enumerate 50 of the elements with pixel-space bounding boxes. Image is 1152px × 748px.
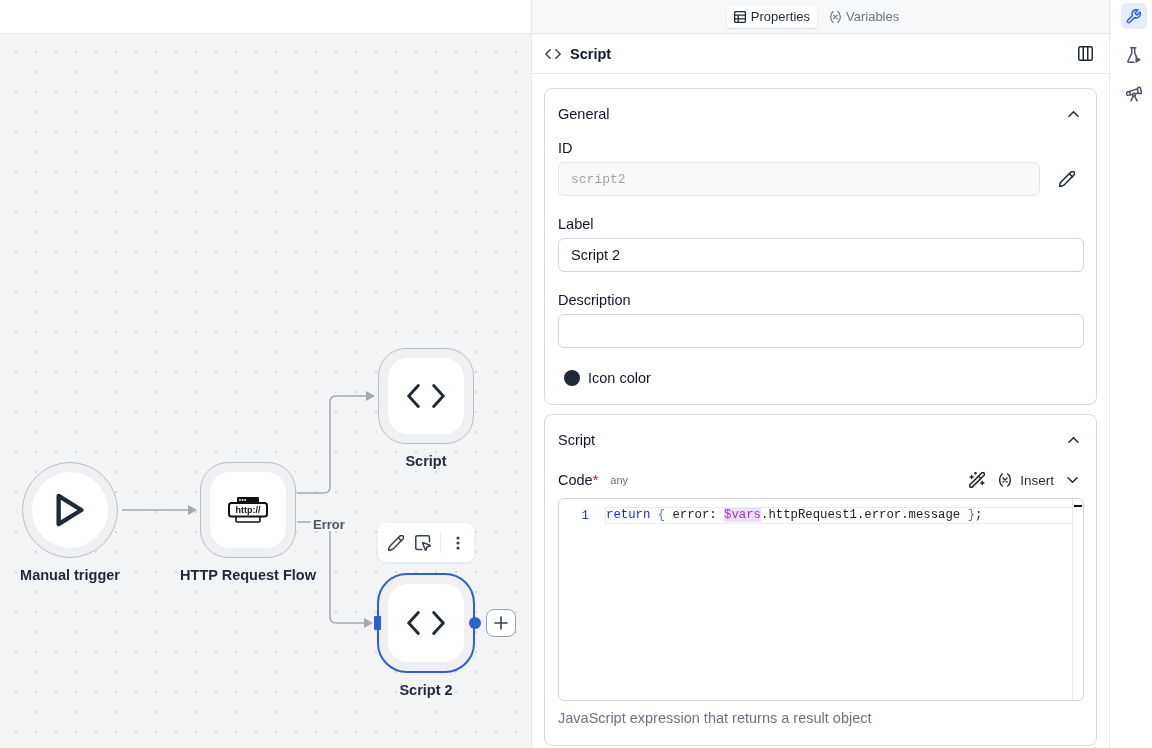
chevron-down-icon xyxy=(1067,477,1078,483)
line-number: 1 xyxy=(580,508,590,523)
code-icon xyxy=(407,383,445,409)
more-icon xyxy=(456,535,461,550)
columns-icon xyxy=(1077,46,1093,61)
type-hint: any xyxy=(610,474,629,486)
tab[interactable]: Properties xyxy=(726,5,817,28)
magic-wand-icon xyxy=(969,472,986,488)
code-icon xyxy=(407,610,445,636)
field-label: Code* xyxy=(558,471,599,489)
node-label: HTTP Request Flow xyxy=(180,566,316,584)
section-title: General xyxy=(558,106,610,122)
cursor-select-icon xyxy=(414,534,431,551)
variable-icon xyxy=(830,10,841,23)
field-label: ID xyxy=(558,139,574,157)
telescope-icon xyxy=(1125,86,1142,102)
field-label: Label xyxy=(558,215,595,233)
label-field[interactable]: Script 2 xyxy=(558,238,1084,272)
play-icon xyxy=(56,493,84,527)
tab[interactable]: Variables xyxy=(823,5,907,28)
help-text: JavaScript expression that returns a result object xyxy=(558,709,873,727)
icon-color-button[interactable]: Icon color xyxy=(558,367,651,389)
code-icon xyxy=(545,48,561,59)
pencil-icon xyxy=(1059,171,1075,187)
chevron-up-icon xyxy=(1067,111,1079,117)
flow-node[interactable] xyxy=(378,348,474,444)
flow-node[interactable]: http:// xyxy=(200,462,296,558)
variable-icon xyxy=(999,473,1012,487)
panel-title: Script xyxy=(570,45,612,62)
node-label: Script 2 xyxy=(399,681,453,699)
flask-icon xyxy=(1125,47,1142,63)
pencil-icon xyxy=(387,534,404,551)
chevron-up-icon xyxy=(1067,437,1079,443)
edge-label: Error xyxy=(313,517,345,533)
add-node-button[interactable] xyxy=(486,609,516,637)
flow-node[interactable] xyxy=(377,573,475,673)
input-handle[interactable] xyxy=(374,616,381,630)
cursor-mark-icon xyxy=(1074,505,1082,507)
tool-button[interactable] xyxy=(1120,3,1147,29)
node-label: Manual trigger xyxy=(20,566,120,584)
field-label: Description xyxy=(558,291,632,309)
section-title: Script xyxy=(558,432,596,448)
code-line: return { error: $vars.httpRequest1.error.message }; xyxy=(605,507,1072,524)
wrench-icon xyxy=(1126,8,1141,24)
insert-button[interactable]: Insert xyxy=(993,468,1084,492)
node-label: Script xyxy=(405,452,447,470)
code-editor[interactable]: 1 return { error: $vars.httpRequest1.error.message }; xyxy=(558,498,1084,701)
table-icon xyxy=(733,10,746,23)
description-field[interactable] xyxy=(558,314,1084,348)
plus-icon xyxy=(494,616,508,630)
